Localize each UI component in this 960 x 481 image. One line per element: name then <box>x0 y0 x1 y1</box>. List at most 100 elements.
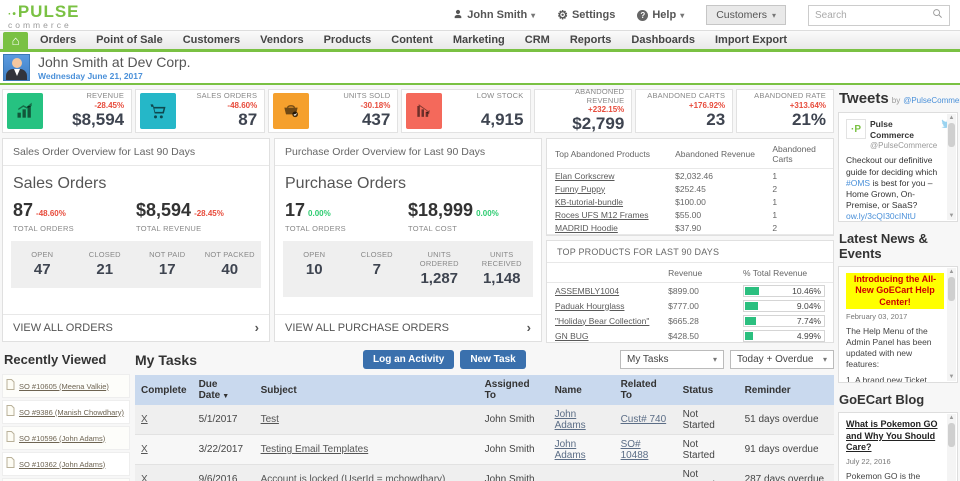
product-link[interactable]: MADRID Hoodie <box>555 223 618 233</box>
tweet-account-handle[interactable]: @PulseCommerce <box>870 141 937 151</box>
recently-viewed-link[interactable]: SO #9386 (Manish Chowdhary) <box>19 408 124 417</box>
task-row: X 3/22/2017 Testing Email Templates John… <box>135 435 834 465</box>
hashtag-link[interactable]: #OMS <box>846 178 870 188</box>
nav-item[interactable]: Point of Sale <box>86 31 173 49</box>
task-range-dropdown[interactable]: Today + Overdue ▾ <box>730 350 834 369</box>
news-card-scrollbar[interactable]: ▲▼ <box>947 268 956 381</box>
chevron-right-icon: › <box>527 323 531 333</box>
blog-card-scrollbar[interactable]: ▲▼ <box>947 414 956 481</box>
kpi-abandoned-carts[interactable]: ABANDONED CARTS +176.92% 23 <box>635 89 733 133</box>
view-all-abandoned-carts-link[interactable]: VIEW ALL ABANDONED CARTS › <box>547 234 833 236</box>
recently-viewed-item[interactable]: SO #10596 (John Adams) <box>2 426 130 450</box>
view-all-orders-link[interactable]: VIEW ALL ORDERS › <box>3 314 269 341</box>
logo-subtext: commerce <box>8 21 80 30</box>
purchase-panel-header: Purchase Order Overview for Last 90 Days <box>275 139 541 166</box>
task-subject-link[interactable]: Test <box>261 414 279 425</box>
column-header-status[interactable]: Status <box>677 375 739 405</box>
nav-item[interactable]: Orders <box>30 31 86 49</box>
nav-item[interactable]: CRM <box>515 31 560 49</box>
home-tab[interactable]: ⌂ <box>3 32 28 49</box>
column-header-name[interactable]: Name <box>549 375 615 405</box>
plug-icon: ·• <box>8 9 17 20</box>
complete-task-link[interactable]: X <box>141 414 148 425</box>
abandoned-product-row: Elan Corkscrew $2,032.46 1 <box>547 169 833 183</box>
column-header-complete[interactable]: Complete <box>135 375 193 405</box>
chevron-down-icon: ▾ <box>531 11 535 20</box>
column-header-subject[interactable]: Subject <box>255 375 479 405</box>
user-menu[interactable]: John Smith ▾ <box>453 9 535 22</box>
product-link[interactable]: Funny Puppy <box>555 184 605 194</box>
sales-panel-header: Sales Order Overview for Last 90 Days <box>3 139 269 166</box>
nav-item[interactable]: Vendors <box>250 31 313 49</box>
product-link[interactable]: Elan Corkscrew <box>555 171 615 181</box>
log-an-activity-button[interactable]: Log an Activity <box>363 350 454 369</box>
column-header-assigned-to[interactable]: Assigned To <box>479 375 549 405</box>
nav-item[interactable]: Import Export <box>705 31 797 49</box>
new-task-button[interactable]: New Task <box>460 350 525 369</box>
task-name-link[interactable]: John Adams <box>555 409 586 431</box>
kpi-row: REVENUE -28.45% $8,594 SALES ORDERS -48.… <box>2 89 834 133</box>
product-link[interactable]: KB-tutorial-bundle <box>555 197 623 207</box>
search-scope-dropdown[interactable]: Customers ▾ <box>706 5 786 25</box>
task-subject-link[interactable]: Testing Email Templates <box>261 444 369 455</box>
task-related-link[interactable]: Cust# 740 <box>621 414 667 425</box>
product-link[interactable]: GN BUG <box>555 331 589 341</box>
task-name-link[interactable]: John Adams <box>555 439 586 461</box>
recently-viewed-link[interactable]: SO #10362 (John Adams) <box>19 460 105 469</box>
chevron-down-icon: ▾ <box>772 11 776 20</box>
search-icon[interactable] <box>932 8 943 22</box>
recently-viewed-link[interactable]: SO #10596 (John Adams) <box>19 434 105 443</box>
nav-item[interactable]: Reports <box>560 31 622 49</box>
page-title: John Smith at Dev Corp. <box>38 54 191 70</box>
nav-item[interactable]: Dashboards <box>621 31 705 49</box>
nav-item[interactable]: Content <box>381 31 443 49</box>
pulse-commerce-logo[interactable]: ·•PULSE commerce <box>8 3 80 30</box>
recently-viewed-link[interactable]: SO #10605 (Meena Valkie) <box>19 382 109 391</box>
task-reminder: 51 days overdue <box>739 405 834 435</box>
task-status: Not Started <box>677 465 739 481</box>
product-link[interactable]: Roces UFS M12 Frames <box>555 210 649 220</box>
purchase-stat: OPEN 10 <box>283 250 346 287</box>
column-header-reminder[interactable]: Reminder <box>739 375 834 405</box>
task-type-dropdown[interactable]: My Tasks ▾ <box>620 350 724 369</box>
top-product-row: ASSEMBLY1004 $899.00 10.46% <box>547 283 833 299</box>
kpi-units-sold[interactable]: UNITS SOLD -30.18% 437 <box>268 89 398 133</box>
settings-menu[interactable]: ⚙ Settings <box>557 8 615 22</box>
kpi-low-stock[interactable]: LOW STOCK 4,915 <box>401 89 531 133</box>
recently-viewed-item[interactable]: SO #10605 (Meena Valkie) <box>2 374 130 398</box>
search-input[interactable] <box>815 10 932 21</box>
twitter-handle-link[interactable]: @PulseCommerce <box>903 96 960 105</box>
nav-item[interactable]: Customers <box>173 31 250 49</box>
avatar[interactable] <box>3 54 30 81</box>
complete-task-link[interactable]: X <box>141 474 148 481</box>
blog-post-title-link[interactable]: What is Pokemon GO and Why You Should Ca… <box>846 419 944 454</box>
kpi-abandoned-rate[interactable]: ABANDONED RATE +313.64% 21% <box>736 89 834 133</box>
top-abandoned-products-panel: Top Abandoned Products Abandoned Revenue… <box>546 138 834 236</box>
tweet-card-scrollbar[interactable]: ▲▼ <box>947 114 956 220</box>
column-header-due-date[interactable]: Due Date▼ <box>193 375 255 405</box>
product-link[interactable]: ASSEMBLY1004 <box>555 286 619 296</box>
tweet-account-name[interactable]: Pulse Commerce <box>870 119 937 141</box>
product-link[interactable]: "Holiday Bear Collection" <box>555 316 649 326</box>
kpi-abandoned-revenue[interactable]: ABANDONED REVENUE +232.15% $2,799 <box>534 89 632 133</box>
document-icon <box>6 379 15 393</box>
task-related-link[interactable]: SO# 10488 <box>621 439 649 461</box>
tweet-url-link[interactable]: ow.ly/3cQI30cINtU <box>846 211 916 221</box>
kpi-revenue[interactable]: REVENUE -28.45% $8,594 <box>2 89 132 133</box>
revenue-share-bar: 4.99% <box>743 330 825 342</box>
product-link[interactable]: Paduak Hourglass <box>555 301 624 311</box>
recently-viewed-item[interactable]: SO #9386 (Manish Chowdhary) <box>2 400 130 424</box>
recently-viewed-item[interactable]: SO #10362 (John Adams) <box>2 452 130 476</box>
task-subject-link[interactable]: Account is locked (UserId = mchowdhary) <box>261 474 446 481</box>
nav-item[interactable]: Marketing <box>443 31 515 49</box>
help-menu[interactable]: ? Help ▾ <box>637 9 684 21</box>
news-headline-link[interactable]: Introducing the All-New GoECart Help Cen… <box>846 273 944 309</box>
task-row: X 9/6/2016 Account is locked (UserId = m… <box>135 465 834 481</box>
complete-task-link[interactable]: X <box>141 444 148 455</box>
view-all-purchase-orders-link[interactable]: VIEW ALL PURCHASE ORDERS › <box>275 314 541 341</box>
kpi-sales-orders[interactable]: SALES ORDERS -48.60% 87 <box>135 89 265 133</box>
current-date: Wednesday June 21, 2017 <box>38 71 191 81</box>
nav-item[interactable]: Products <box>314 31 382 49</box>
top-products-panel: TOP PRODUCTS FOR LAST 90 DAYS Revenue % … <box>546 240 834 343</box>
column-header-related-to[interactable]: Related To <box>615 375 677 405</box>
